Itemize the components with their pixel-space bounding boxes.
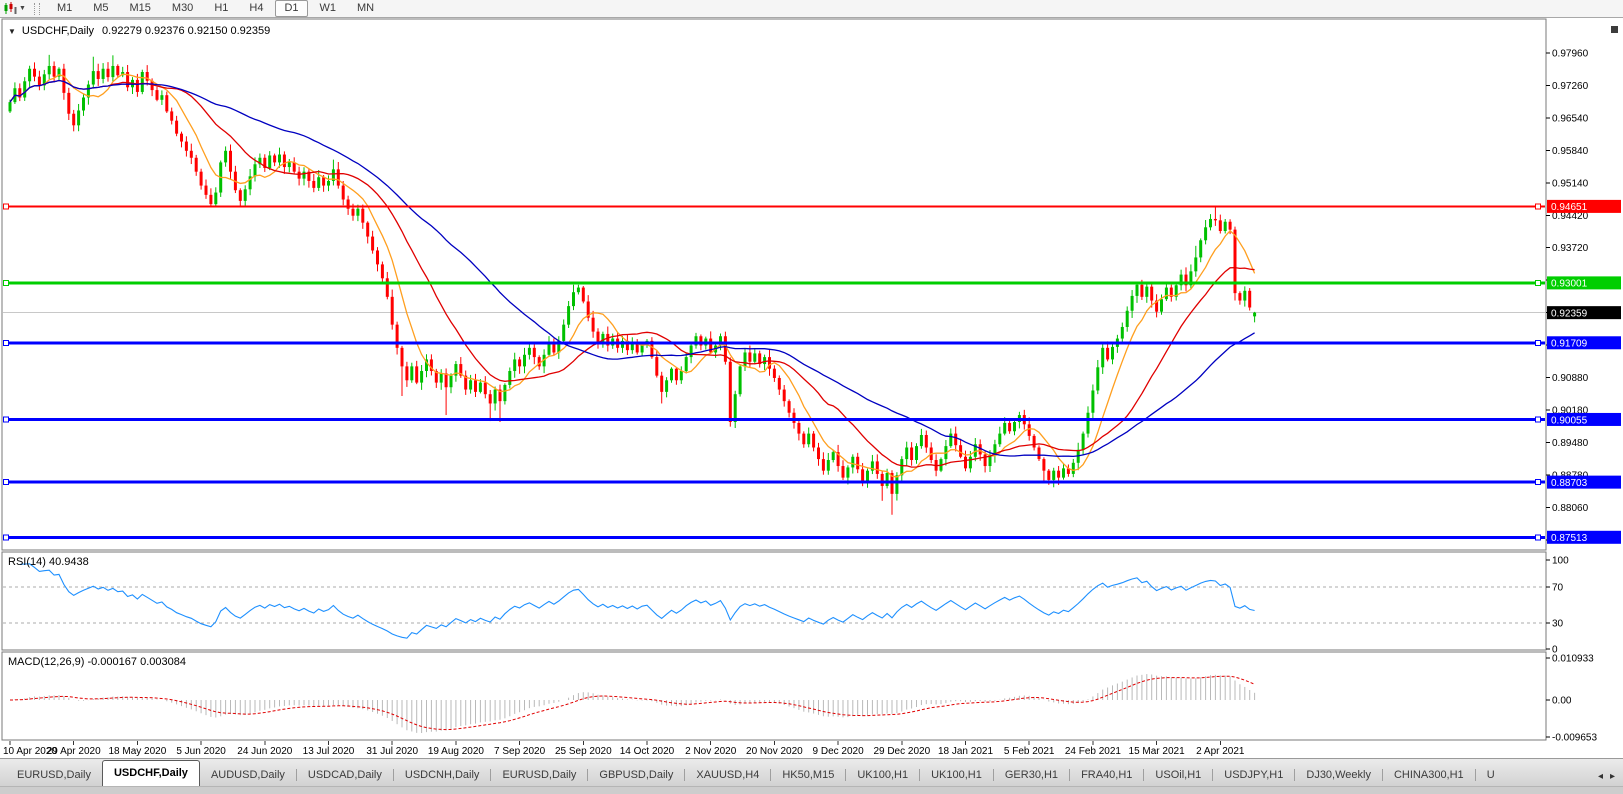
svg-text:7 Sep 2020: 7 Sep 2020 xyxy=(494,746,546,757)
chart-tab-xauusd-h4[interactable]: XAUUSD,H4 xyxy=(685,765,770,786)
chart-tab-usdjpy-h1[interactable]: USDJPY,H1 xyxy=(1213,765,1294,786)
collapse-chart-icon[interactable]: ▼ xyxy=(8,27,16,36)
chart-tab-dj30-weekly[interactable]: DJ30,Weekly xyxy=(1295,765,1382,786)
chart-tabs-bar: EURUSD,DailyUSDCHF,DailyAUDUSD,DailyUSDC… xyxy=(0,758,1623,786)
svg-text:29 Apr 2020: 29 Apr 2020 xyxy=(47,746,101,757)
line-handle xyxy=(1536,417,1541,422)
chart-tab-usdcad-daily[interactable]: USDCAD,Daily xyxy=(297,765,393,786)
svg-text:13 Jul 2020: 13 Jul 2020 xyxy=(303,746,355,757)
chart-tab-audusd-daily[interactable]: AUDUSD,Daily xyxy=(200,765,296,786)
svg-text:0.010933: 0.010933 xyxy=(1552,654,1594,665)
svg-text:0.97960: 0.97960 xyxy=(1552,49,1589,60)
chart-tab-china300-h1[interactable]: CHINA300,H1 xyxy=(1383,765,1475,786)
svg-text:0.92359: 0.92359 xyxy=(1551,308,1588,319)
line-handle xyxy=(4,535,9,540)
svg-text:0.00: 0.00 xyxy=(1552,696,1572,707)
rsi-pane xyxy=(2,552,1546,650)
chart-shift-marker xyxy=(1611,26,1618,33)
rsi-indicator-label: RSI(14) 40.9438 xyxy=(8,556,89,568)
svg-text:0.97260: 0.97260 xyxy=(1552,81,1589,92)
svg-text:14 Oct 2020: 14 Oct 2020 xyxy=(620,746,675,757)
svg-text:-0.009653: -0.009653 xyxy=(1552,733,1597,744)
main-price-pane xyxy=(2,19,1546,550)
chart-title-bar: ▼ USDCHF,Daily 0.92279 0.92376 0.92150 0.9… xyxy=(8,25,270,37)
chart-tab-hk50-m15[interactable]: HK50,M15 xyxy=(771,765,845,786)
status-strip xyxy=(0,786,1623,794)
svg-text:20 Nov 2020: 20 Nov 2020 xyxy=(746,746,803,757)
svg-text:0.88703: 0.88703 xyxy=(1551,478,1588,489)
chart-tab-fra40-h1[interactable]: FRA40,H1 xyxy=(1070,765,1143,786)
chart-tab-eurusd-daily[interactable]: EURUSD,Daily xyxy=(491,765,587,786)
svg-text:0.90055: 0.90055 xyxy=(1551,415,1588,426)
line-handle xyxy=(4,204,9,209)
svg-text:5 Feb 2021: 5 Feb 2021 xyxy=(1004,746,1055,757)
svg-text:0.94651: 0.94651 xyxy=(1551,202,1588,213)
line-handle xyxy=(4,417,9,422)
svg-text:0.87513: 0.87513 xyxy=(1551,533,1588,544)
svg-text:24 Feb 2021: 24 Feb 2021 xyxy=(1065,746,1122,757)
chart-tab-usdcnh-daily[interactable]: USDCNH,Daily xyxy=(394,765,491,786)
chart-tab-u[interactable]: U xyxy=(1476,765,1506,786)
svg-text:0.95140: 0.95140 xyxy=(1552,178,1589,189)
chart-tab-eurusd-daily[interactable]: EURUSD,Daily xyxy=(6,765,102,786)
tab-scroll-left-icon[interactable]: ◂ xyxy=(1598,771,1603,782)
tab-scroll-right-icon[interactable]: ▸ xyxy=(1610,771,1615,782)
chart-tab-usdchf-daily[interactable]: USDCHF,Daily xyxy=(102,760,200,786)
chart-tab-uk100-h1[interactable]: UK100,H1 xyxy=(846,765,919,786)
svg-text:0.88060: 0.88060 xyxy=(1552,503,1589,514)
svg-text:0.95840: 0.95840 xyxy=(1552,146,1589,157)
svg-text:18 May 2020: 18 May 2020 xyxy=(108,746,166,757)
svg-text:24 Jun 2020: 24 Jun 2020 xyxy=(237,746,292,757)
time-axis[interactable]: 10 Apr 202029 Apr 202018 May 20205 Jun 2… xyxy=(3,741,1245,757)
svg-text:19 Aug 2020: 19 Aug 2020 xyxy=(428,746,485,757)
chart-tab-gbpusd-daily[interactable]: GBPUSD,Daily xyxy=(588,765,684,786)
line-handle xyxy=(4,280,9,285)
svg-text:30: 30 xyxy=(1552,619,1564,630)
svg-text:5 Jun 2020: 5 Jun 2020 xyxy=(176,746,226,757)
svg-text:0.89480: 0.89480 xyxy=(1552,438,1589,449)
macd-indicator-label: MACD(12,26,9) -0.000167 0.003084 xyxy=(8,656,186,668)
svg-text:2 Apr 2021: 2 Apr 2021 xyxy=(1196,746,1245,757)
svg-text:18 Jan 2021: 18 Jan 2021 xyxy=(938,746,993,757)
tab-scroll-buttons: ◂▸ xyxy=(1594,771,1623,786)
svg-text:70: 70 xyxy=(1552,583,1564,594)
line-handle xyxy=(1536,204,1541,209)
line-handle xyxy=(1536,340,1541,345)
chart-canvas[interactable]: 0.979600.972600.965400.958400.951400.944… xyxy=(0,0,1623,794)
svg-text:15 Mar 2021: 15 Mar 2021 xyxy=(1129,746,1186,757)
svg-text:0.96540: 0.96540 xyxy=(1552,113,1589,124)
svg-text:0.91709: 0.91709 xyxy=(1551,339,1588,350)
svg-text:0.90880: 0.90880 xyxy=(1552,373,1589,384)
svg-text:25 Sep 2020: 25 Sep 2020 xyxy=(555,746,612,757)
line-handle xyxy=(4,480,9,485)
svg-text:31 Jul 2020: 31 Jul 2020 xyxy=(366,746,418,757)
pane-frames xyxy=(2,19,1618,740)
svg-text:2 Nov 2020: 2 Nov 2020 xyxy=(685,746,737,757)
svg-text:0.93720: 0.93720 xyxy=(1552,243,1589,254)
trading-terminal-window: ▼ M1M5M15M30H1H4D1W1MN 0.979600.972600.9… xyxy=(0,0,1623,794)
line-handle xyxy=(4,340,9,345)
chart-tab-usoil-h1[interactable]: USOil,H1 xyxy=(1144,765,1212,786)
chart-tab-uk100-h1[interactable]: UK100,H1 xyxy=(920,765,993,786)
svg-text:0.93001: 0.93001 xyxy=(1551,279,1588,290)
svg-text:100: 100 xyxy=(1552,556,1569,567)
svg-text:29 Dec 2020: 29 Dec 2020 xyxy=(873,746,930,757)
chart-ohlc-values: 0.92279 0.92376 0.92150 0.92359 xyxy=(102,25,270,37)
macd-pane xyxy=(2,652,1546,740)
line-handle xyxy=(1536,535,1541,540)
svg-text:9 Dec 2020: 9 Dec 2020 xyxy=(813,746,865,757)
line-handle xyxy=(1536,480,1541,485)
chart-tab-ger30-h1[interactable]: GER30,H1 xyxy=(994,765,1069,786)
chart-symbol-label: USDCHF,Daily xyxy=(22,25,94,37)
line-handle xyxy=(1536,280,1541,285)
price-scale[interactable]: 0.979600.972600.965400.958400.951400.944… xyxy=(1546,49,1621,547)
